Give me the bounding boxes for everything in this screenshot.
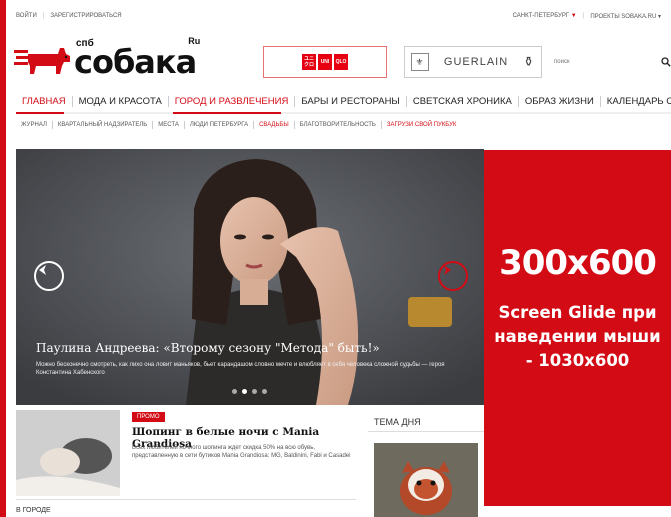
promo-badge: промо — [132, 412, 165, 422]
login-link[interactable]: войти — [16, 13, 37, 19]
chevron-down-icon: ▼ — [570, 13, 577, 19]
slider-dot[interactable] — [232, 389, 237, 394]
slider-dot-active[interactable] — [242, 389, 247, 394]
slider-next-button[interactable] — [438, 261, 468, 291]
dog-logo-icon — [14, 48, 70, 74]
guerlain-label: GUERLAIN — [443, 56, 509, 68]
slider-dot[interactable] — [252, 389, 257, 394]
subnav-item-weddings[interactable]: свадьбы — [254, 121, 295, 129]
guerlain-emblem-icon: ⚜ — [411, 53, 429, 71]
slider-prev-button[interactable] — [34, 261, 64, 291]
uniqlo-logo-right-2: QLO — [334, 54, 348, 70]
city-selector[interactable]: санкт-петербург ▼ — [513, 13, 577, 19]
uniqlo-logo-left: ユニ クロ — [302, 54, 316, 70]
logo-name: собака — [74, 43, 197, 81]
nav-item-city[interactable]: город и развлечения — [169, 95, 296, 107]
hero-title[interactable]: Паулина Андреева: «Второму сезону "Метод… — [36, 341, 380, 355]
nav-hover-indicator — [173, 112, 281, 114]
subnav-item-lookbook[interactable]: загрузи свой пукбук — [382, 121, 462, 129]
nav-item-fashion[interactable]: мода и красота — [73, 95, 169, 107]
sub-nav: журнал квартальный надзиратель места люд… — [6, 118, 671, 132]
nav-item-calendar[interactable]: календарь событий — [601, 96, 671, 107]
theme-of-day[interactable]: тема дня — [368, 413, 484, 517]
banner-size-label: 300x600 — [499, 243, 657, 283]
perfume-bottle-icon: ⚱ — [523, 54, 535, 69]
subnav-item-quarterly[interactable]: квартальный надзиратель — [53, 121, 154, 129]
slider-dot[interactable] — [262, 389, 267, 394]
nav-item-social[interactable]: светская хроника — [407, 95, 519, 107]
uniqlo-logo-right: UNI — [318, 54, 332, 70]
subnav-item-places[interactable]: места — [153, 121, 185, 129]
hero-description: Можно бесконечно смотреть, как лихо она … — [36, 362, 445, 376]
section-heading-city: в городе — [16, 507, 51, 514]
top-bar: войти | зарегистрироваться санкт-петербу… — [16, 13, 661, 20]
banner-description: Screen Glide при наведении мыши - 1030x6… — [494, 303, 661, 370]
logo-spb: спб — [76, 38, 94, 49]
promo-image[interactable] — [16, 410, 120, 496]
divider — [16, 499, 356, 500]
promo-text: Всех любителей ночного шопинга ждет скид… — [132, 445, 351, 459]
uniqlo-ad-banner[interactable]: ユニ クロ UNI QLO — [263, 46, 387, 78]
site-logo[interactable]: спб собака Ru — [14, 36, 200, 81]
subnav-item-charity[interactable]: благотворительность — [295, 121, 382, 129]
projects-label: проекты sobaka.ru — [590, 13, 657, 20]
promo-article[interactable]: промо Шопинг в белые ночи с Mania Grandi… — [16, 410, 356, 500]
main-nav: главная мода и красота город и развлечен… — [6, 90, 671, 112]
nav-active-indicator — [16, 112, 64, 114]
nav-item-bars[interactable]: бары и рестораны — [295, 95, 407, 107]
register-link[interactable]: зарегистрироваться — [50, 13, 121, 19]
hero-slider[interactable]: Паулина Андреева: «Второму сезону "Метод… — [16, 149, 484, 405]
logo-ru: Ru — [188, 36, 201, 46]
search-icon[interactable] — [661, 57, 671, 67]
nav-item-home[interactable]: главная — [16, 95, 73, 107]
search-box — [550, 54, 671, 70]
ad-placeholder-banner[interactable]: 300x600 Screen Glide при наведении мыши … — [484, 150, 671, 506]
arrow-right-icon — [444, 265, 451, 275]
nav-item-lifestyle[interactable]: образ жизни — [519, 95, 601, 107]
nav-underline — [16, 112, 671, 114]
search-input[interactable] — [554, 59, 644, 65]
site-header: спб собака Ru ユニ クロ UNI QLO ⚜ GUERLAIN ⚱ — [6, 32, 671, 90]
projects-link[interactable]: проекты sobaka.ru ▾ — [590, 13, 661, 20]
slider-pagination — [232, 389, 267, 394]
theme-of-day-image[interactable] — [374, 443, 478, 517]
subnav-item-people[interactable]: люди петербурга — [185, 121, 255, 129]
guerlain-ad-banner[interactable]: ⚜ GUERLAIN ⚱ — [404, 46, 542, 78]
theme-of-day-label: тема дня — [368, 413, 484, 432]
city-label: санкт-петербург — [512, 13, 570, 19]
arrow-left-icon — [39, 265, 46, 275]
chevron-down-icon: ▾ — [657, 13, 661, 20]
subnav-item-journal[interactable]: журнал — [16, 121, 53, 129]
